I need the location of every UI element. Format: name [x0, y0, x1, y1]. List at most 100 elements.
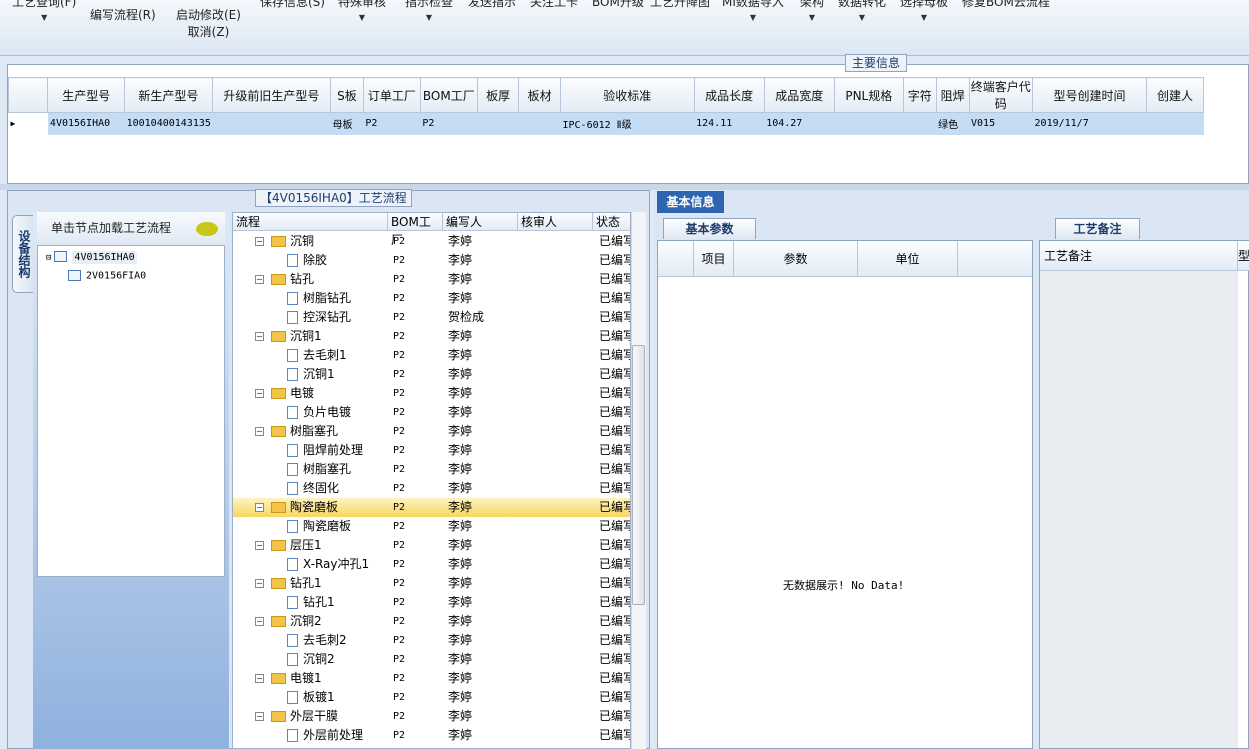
process-scrollbar-thumb[interactable] [632, 345, 645, 605]
col-header-6[interactable]: 板厚 [476, 77, 520, 113]
process-row[interactable]: X-Ray冲孔1P2李婷已编写 [233, 555, 630, 574]
col-header-14[interactable]: 终端客户代码 [968, 77, 1034, 113]
main-cell-12[interactable] [903, 113, 936, 135]
notes-col2-header[interactable]: 型 [1238, 241, 1249, 271]
process-status-cell: 已编写 [599, 291, 630, 305]
col-header-15[interactable]: 型号创建时间 [1032, 77, 1147, 113]
process-row[interactable]: −树脂塞孔P2李婷已编写 [233, 422, 630, 441]
toolbar-button-7[interactable]: 关注工卡 [530, 0, 578, 10]
document-icon [287, 596, 298, 609]
process-status-cell: 已编写 [599, 253, 630, 267]
main-cell-6[interactable] [477, 113, 519, 135]
process-row[interactable]: −陶瓷磨板P2李婷已编写 [233, 498, 630, 517]
proc-col-header-0[interactable]: 流程 [233, 213, 388, 231]
col-header-12[interactable]: 字符 [902, 77, 937, 113]
toolbar-button-2[interactable]: 启动修改(E) 取消(Z) [176, 6, 241, 40]
main-cell-3[interactable]: 母板 [331, 113, 364, 135]
proc-col-header-2[interactable]: 编写人 [443, 213, 518, 231]
proc-col-header-4[interactable]: 状态 [593, 213, 630, 231]
main-cell-7[interactable] [519, 113, 561, 135]
process-row[interactable]: 终固化P2李婷已编写 [233, 479, 630, 498]
process-row[interactable]: 树脂钻孔P2李婷已编写 [233, 289, 630, 308]
tab-process-notes[interactable]: 工艺备注 [1055, 218, 1140, 239]
process-row[interactable]: 陶瓷磨板P2李婷已编写 [233, 517, 630, 536]
main-cell-2[interactable] [212, 113, 330, 135]
process-row[interactable]: −层压1P2李婷已编写 [233, 536, 630, 555]
col-header-3[interactable]: S板 [330, 77, 364, 113]
process-row[interactable]: −外层干膜P2李婷已编写 [233, 707, 630, 726]
main-cell-14[interactable]: V015 [969, 113, 1033, 135]
process-row[interactable]: 去毛刺1P2李婷已编写 [233, 346, 630, 365]
main-cell-8[interactable]: IPC-6012 Ⅱ级 [560, 113, 694, 135]
process-row[interactable]: 沉铜2P2李婷已编写 [233, 650, 630, 669]
main-cell-15[interactable]: 2019/11/7 [1033, 113, 1147, 135]
main-cell-4[interactable]: P2 [363, 113, 420, 135]
col-header-0[interactable]: 生产型号 [47, 77, 126, 113]
process-row[interactable]: 外层前处理P2李婷已编写 [233, 726, 630, 745]
tree-node[interactable]: 2V0156FIA0 [68, 270, 146, 282]
side-tab-structure[interactable]: 设备结构 [12, 215, 34, 293]
process-row[interactable]: −沉铜P2李婷已编写 [233, 232, 630, 251]
params-col-param[interactable]: 参数 [734, 241, 858, 277]
process-row[interactable]: −钻孔1P2李婷已编写 [233, 574, 630, 593]
process-row[interactable]: −电镀1P2李婷已编写 [233, 669, 630, 688]
process-name-cell: 沉铜2 [287, 650, 388, 669]
toolbar-button-5[interactable]: 指示检查 ▼ [405, 0, 453, 22]
main-cell-0[interactable]: 4V0156IHA0 [48, 113, 125, 135]
toolbar-button-8[interactable]: BOM升级 [592, 0, 644, 10]
toolbar-button-14[interactable]: 修复BOM云流程 [962, 0, 1050, 10]
col-header-9[interactable]: 成品长度 [693, 77, 765, 113]
toolbar-button-0[interactable]: 工艺查询(F) ▼ [12, 0, 76, 22]
proc-col-header-1[interactable]: BOM工厂 [388, 213, 443, 247]
col-header-7[interactable]: 板材 [518, 77, 561, 113]
process-row[interactable]: 控深钻孔P2贺检成已编写 [233, 308, 630, 327]
main-cell-16[interactable] [1146, 113, 1203, 135]
col-header-8[interactable]: 验收标准 [559, 77, 695, 113]
process-row[interactable]: −沉铜2P2李婷已编写 [233, 612, 630, 631]
toolbar-button-9[interactable]: 工艺升降图 [650, 0, 710, 10]
col-header-2[interactable]: 升级前旧生产型号 [211, 77, 332, 113]
toolbar-button-10[interactable]: MI数据导入 ▼ [722, 0, 784, 22]
main-cell-11[interactable] [834, 113, 903, 135]
process-row[interactable]: 负片电镀P2李婷已编写 [233, 403, 630, 422]
col-header-4[interactable]: 订单工厂 [362, 77, 421, 113]
process-row[interactable]: −钻孔P2李婷已编写 [233, 270, 630, 289]
params-col-unit[interactable]: 单位 [858, 241, 958, 277]
process-row[interactable]: 阻焊前处理P2李婷已编写 [233, 441, 630, 460]
toolbar-button-3[interactable]: 保存信息(S) [260, 0, 325, 10]
col-header-16[interactable]: 创建人 [1145, 77, 1205, 113]
toolbar-button-13[interactable]: 选择母板 ▼ [900, 0, 948, 22]
process-row[interactable]: 树脂塞孔P2李婷已编写 [233, 460, 630, 479]
process-row[interactable]: −沉铜1P2李婷已编写 [233, 327, 630, 346]
tab-basic-info[interactable]: 基本信息 [657, 191, 724, 213]
toolbar-button-12[interactable]: 数据转化 ▼ [838, 0, 886, 22]
process-row[interactable]: 除胶P2李婷已编写 [233, 251, 630, 270]
col-header-10[interactable]: 成品宽度 [763, 77, 835, 113]
document-icon [287, 558, 298, 571]
main-cell-13[interactable]: 绿色 [936, 113, 969, 135]
toolbar-button-6[interactable]: 发送指示 [468, 0, 516, 10]
process-row[interactable]: 去毛刺2P2李婷已编写 [233, 631, 630, 650]
main-cell-1[interactable]: 10010400143135 [125, 113, 213, 135]
col-header-1[interactable]: 新生产型号 [124, 77, 213, 113]
notes-col-header[interactable]: 工艺备注 [1040, 241, 1238, 271]
proc-col-header-3[interactable]: 核审人 [518, 213, 593, 231]
params-col-item[interactable]: 项目 [694, 241, 734, 277]
process-row[interactable]: 板镀1P2李婷已编写 [233, 688, 630, 707]
tree-node[interactable]: ⊟ 4V0156IHA0 [46, 250, 137, 264]
col-header-13[interactable]: 阻焊 [935, 77, 970, 113]
toolbar-button-4[interactable]: 特殊审核 ▼ [338, 0, 386, 22]
process-row[interactable]: 钻孔1P2李婷已编写 [233, 593, 630, 612]
col-header-5[interactable]: BOM工厂 [419, 77, 478, 113]
process-row[interactable]: −电镀P2李婷已编写 [233, 384, 630, 403]
process-name-cell: X-Ray冲孔1 [287, 555, 388, 574]
process-row[interactable]: 沉铜1P2李婷已编写 [233, 365, 630, 384]
toolbar-button-11[interactable]: 架构 ▼ [800, 0, 824, 22]
main-cell-10[interactable]: 104.27 [764, 113, 834, 135]
toolbar-button-1[interactable]: 编写流程(R) [90, 6, 156, 23]
col-header-11[interactable]: PNL规格 [833, 77, 904, 113]
tab-basic-params[interactable]: 基本参数 [663, 218, 756, 239]
main-info-row[interactable]: ▶ 4V0156IHA0 10010400143135 母板 P2 P2 IPC-6012 … [8, 112, 1204, 135]
main-cell-9[interactable]: 124.11 [694, 113, 764, 135]
main-cell-5[interactable]: P2 [420, 113, 477, 135]
